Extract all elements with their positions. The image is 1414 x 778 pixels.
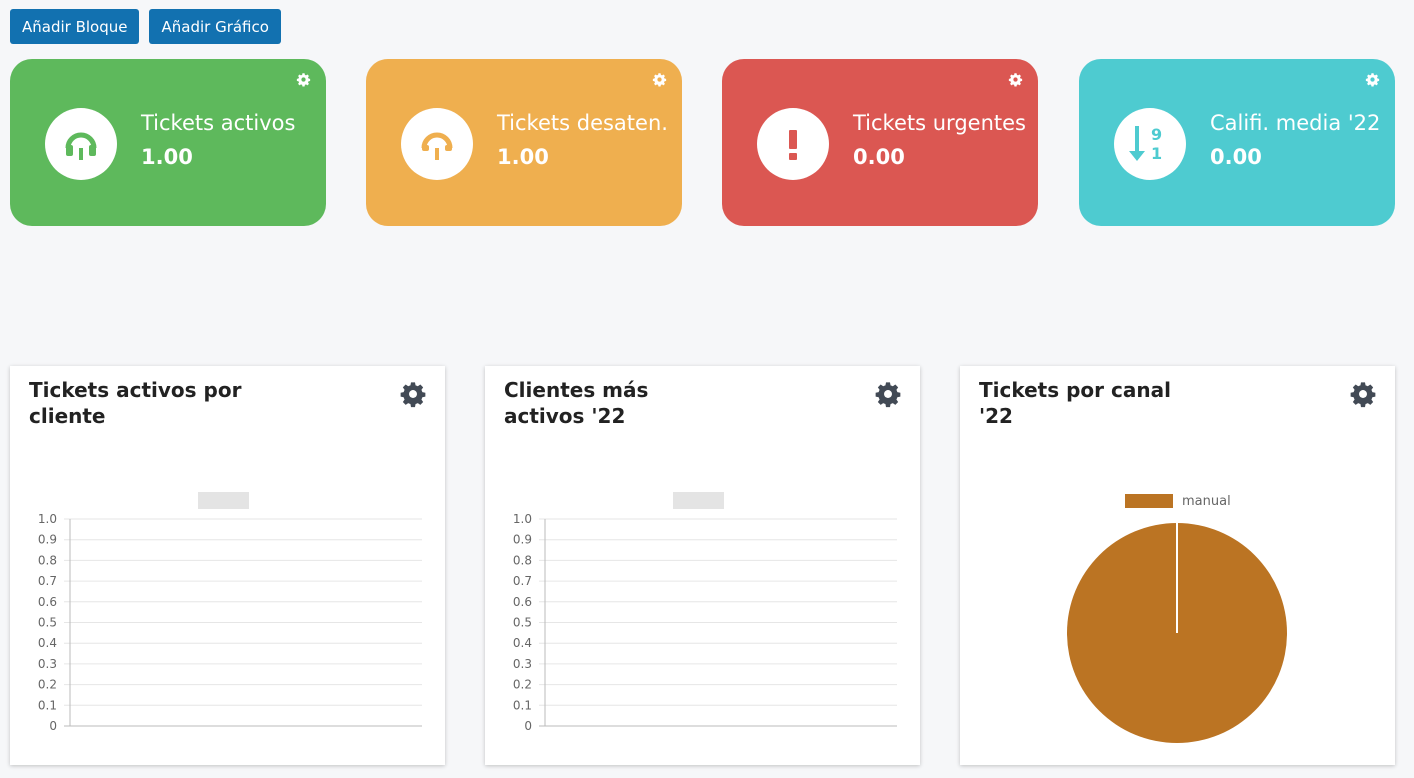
y-tick-label: 0.8 [38, 553, 57, 567]
y-tick-label: 0.7 [513, 574, 532, 588]
gear-icon[interactable] [652, 72, 667, 87]
gear-icon[interactable] [1349, 380, 1377, 408]
chart-card-tickets-by-channel: manual Tickets por canal '22 [960, 366, 1395, 765]
y-tick-label: 0.4 [38, 636, 57, 650]
y-tick-label: 0.9 [38, 533, 57, 547]
y-tick-label: 0.3 [513, 657, 532, 671]
stat-value: 0.00 [853, 145, 905, 169]
y-tick-label: 0 [49, 719, 57, 733]
y-tick-label: 0.6 [38, 595, 57, 609]
y-tick-label: 0.1 [513, 698, 532, 712]
stat-card-unattended-tickets: Tickets desaten. 1.00 [366, 59, 682, 226]
y-tick-label: 0.7 [38, 574, 57, 588]
add-chart-button[interactable]: Añadir Gráfico [149, 9, 281, 44]
stat-label: Califi. media '22 [1210, 111, 1381, 135]
svg-text:9: 9 [1151, 125, 1162, 144]
sort-numeric-icon: 9 1 [1129, 125, 1162, 163]
y-tick-label: 0.5 [38, 616, 57, 630]
icon-circle [45, 108, 117, 180]
gear-icon[interactable] [399, 380, 427, 408]
stat-label: Tickets activos [141, 111, 296, 135]
exclamation-icon [789, 130, 797, 160]
card-title: Tickets por canal '22 [979, 378, 1171, 428]
y-tick-label: 0.2 [38, 678, 57, 692]
y-tick-label: 0.1 [38, 698, 57, 712]
y-tick-label: 0.6 [513, 595, 532, 609]
stat-value: 1.00 [141, 145, 193, 169]
headset-icon [421, 132, 453, 160]
y-tick-label: 0.9 [513, 533, 532, 547]
gear-icon[interactable] [1365, 72, 1380, 87]
y-tick-label: 0.8 [513, 553, 532, 567]
add-block-button[interactable]: Añadir Bloque [10, 9, 140, 44]
card-title: Clientes más activos '22 [504, 378, 649, 428]
y-tick-label: 1.0 [38, 512, 57, 526]
legend-placeholder [198, 492, 249, 509]
y-tick-label: 1.0 [513, 512, 532, 526]
stat-label: Tickets urgentes [853, 111, 1026, 135]
gear-icon[interactable] [296, 72, 311, 87]
y-tick-label: 0.3 [38, 657, 57, 671]
legend-swatch [1125, 494, 1173, 508]
gear-icon[interactable] [874, 380, 902, 408]
stat-card-urgent-tickets: Tickets urgentes 0.00 [722, 59, 1038, 226]
icon-circle [757, 108, 829, 180]
gear-icon[interactable] [1008, 72, 1023, 87]
svg-text:1: 1 [1151, 144, 1162, 163]
legend-placeholder [673, 492, 724, 509]
chart-card-active-tickets-by-client: 1.0 0.9 0.8 0.7 0.6 0.5 0.4 0.3 0.2 0.1 0 Tickets … [10, 366, 445, 765]
stat-card-average-rating: 9 1 Califi. media '22 0.00 [1079, 59, 1395, 226]
stat-value: 0.00 [1210, 145, 1262, 169]
headset-icon [65, 132, 97, 160]
y-tick-label: 0 [524, 719, 532, 733]
stat-card-active-tickets: Tickets activos 1.00 [10, 59, 326, 226]
y-tick-label: 0.4 [513, 636, 532, 650]
y-tick-label: 0.5 [513, 616, 532, 630]
y-tick-label: 0.2 [513, 678, 532, 692]
stat-label: Tickets desaten. [497, 111, 668, 135]
chart-card-most-active-clients: 1.0 0.9 0.8 0.7 0.6 0.5 0.4 0.3 0.2 0.1 0 Clientes… [485, 366, 920, 765]
card-title: Tickets activos por cliente [29, 378, 242, 428]
stat-value: 1.00 [497, 145, 549, 169]
legend-label: manual [1182, 494, 1231, 509]
icon-circle: 9 1 [1114, 108, 1186, 180]
icon-circle [401, 108, 473, 180]
toolbar: Añadir Bloque Añadir Gráfico [10, 9, 281, 44]
